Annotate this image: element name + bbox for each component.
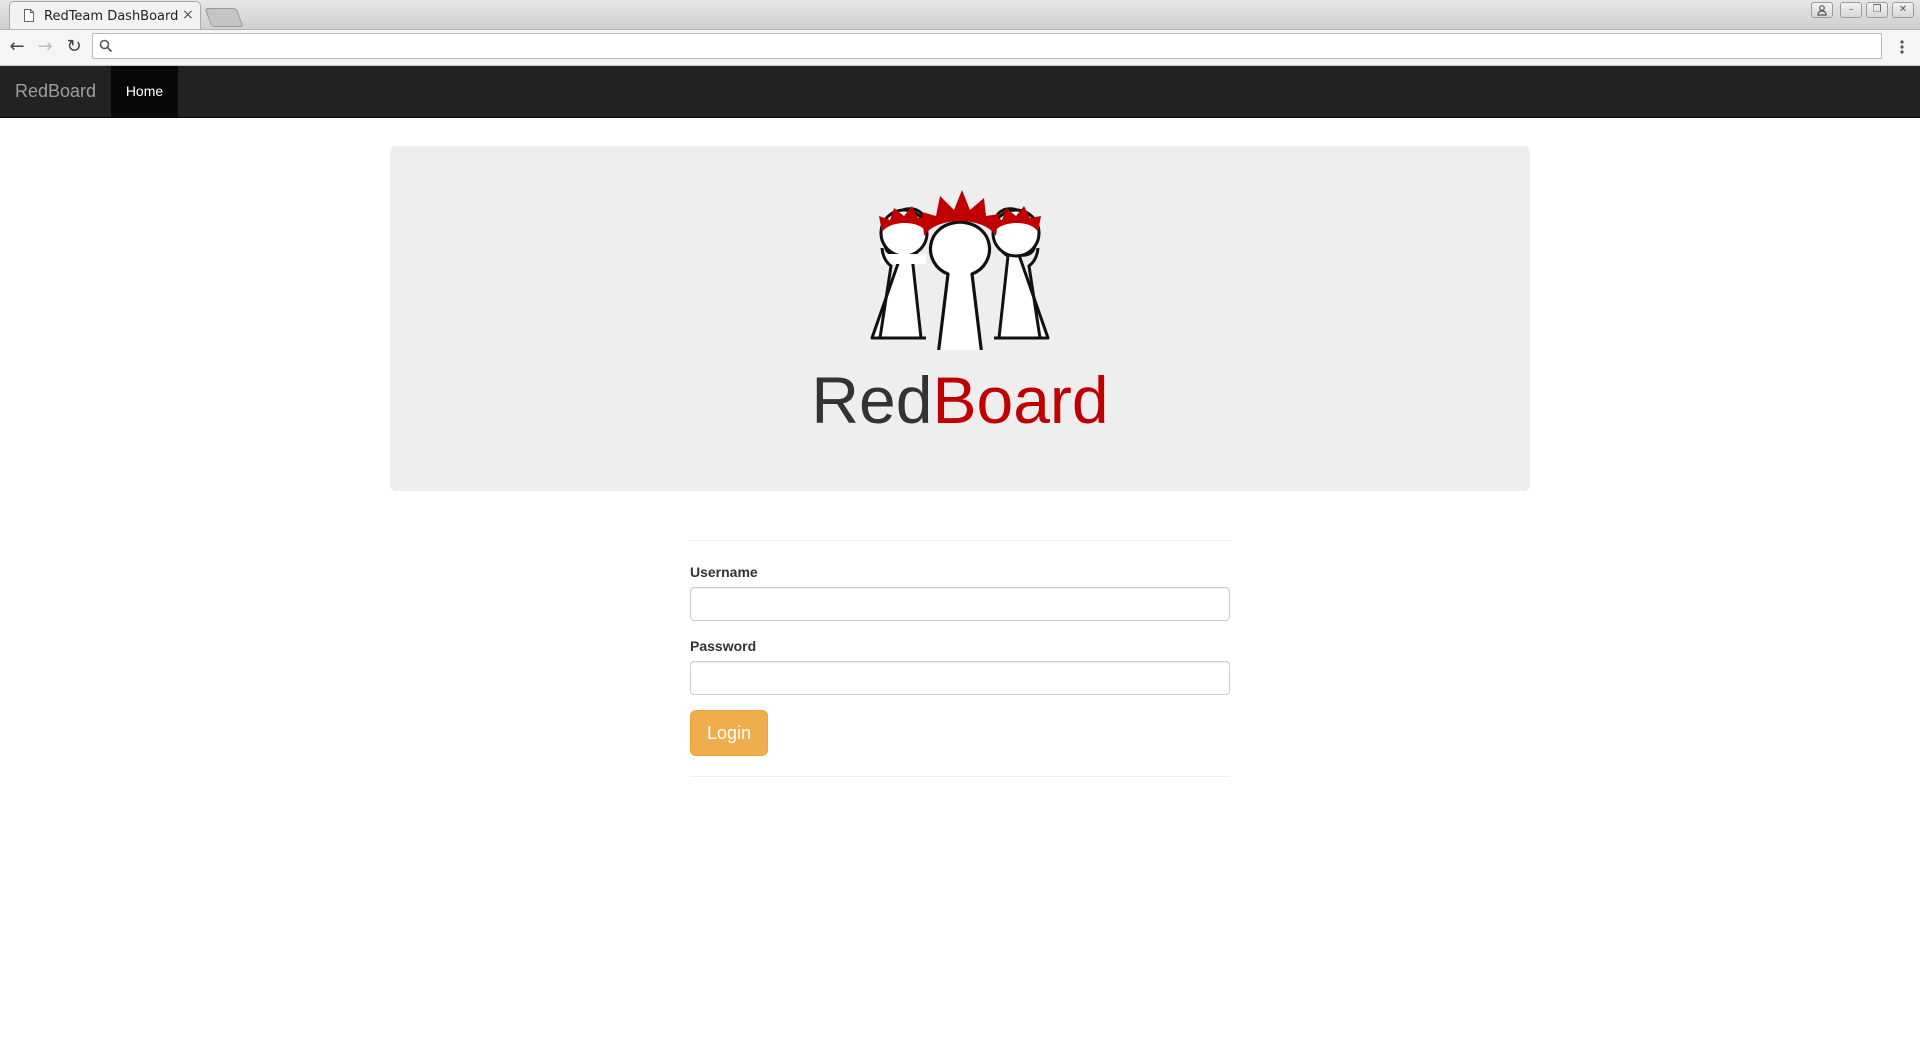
reload-icon[interactable]: ↻	[63, 36, 85, 58]
browser-tab[interactable]: RedTeam DashBoard ×	[9, 1, 201, 29]
hero-jumbotron: RedBoard	[390, 146, 1530, 491]
browser-toolbar: ← → ↻	[0, 30, 1920, 66]
login-button[interactable]: Login	[690, 710, 768, 756]
address-bar[interactable]	[92, 33, 1882, 59]
window-close-icon[interactable]: ✕	[1892, 2, 1914, 18]
password-label: Password	[690, 638, 757, 654]
logo-text-red-part-dark: Red	[811, 363, 933, 437]
site-navbar: RedBoard Home	[0, 66, 1920, 118]
menu-icon[interactable]	[1898, 36, 1906, 58]
restore-icon[interactable]: ❐	[1866, 2, 1888, 18]
form-divider-top	[690, 540, 1230, 541]
tab-title: RedTeam DashBoard	[44, 9, 179, 24]
navbar-brand[interactable]: RedBoard	[15, 81, 96, 101]
logo-wordmark: RedBoard	[390, 364, 1530, 436]
search-icon	[99, 39, 113, 53]
close-icon[interactable]: ×	[182, 7, 194, 23]
profile-icon[interactable]	[1811, 2, 1833, 18]
logo-text-accent: Board	[932, 363, 1109, 437]
password-input[interactable]	[690, 661, 1230, 695]
nav-item-home[interactable]: Home	[111, 66, 178, 117]
forward-arrow-icon[interactable]: →	[34, 36, 56, 58]
username-label: Username	[690, 564, 758, 580]
browser-titlebar: RedTeam DashBoard × – ❐ ✕	[0, 0, 1920, 30]
username-input[interactable]	[690, 587, 1230, 621]
redboard-logo-icon	[870, 190, 1050, 350]
form-divider-bottom	[690, 776, 1230, 777]
back-arrow-icon[interactable]: ←	[6, 36, 28, 58]
page-icon	[24, 9, 34, 22]
new-tab-icon[interactable]	[204, 8, 244, 27]
minimize-icon[interactable]: –	[1840, 2, 1862, 18]
address-input[interactable]	[119, 36, 1873, 58]
